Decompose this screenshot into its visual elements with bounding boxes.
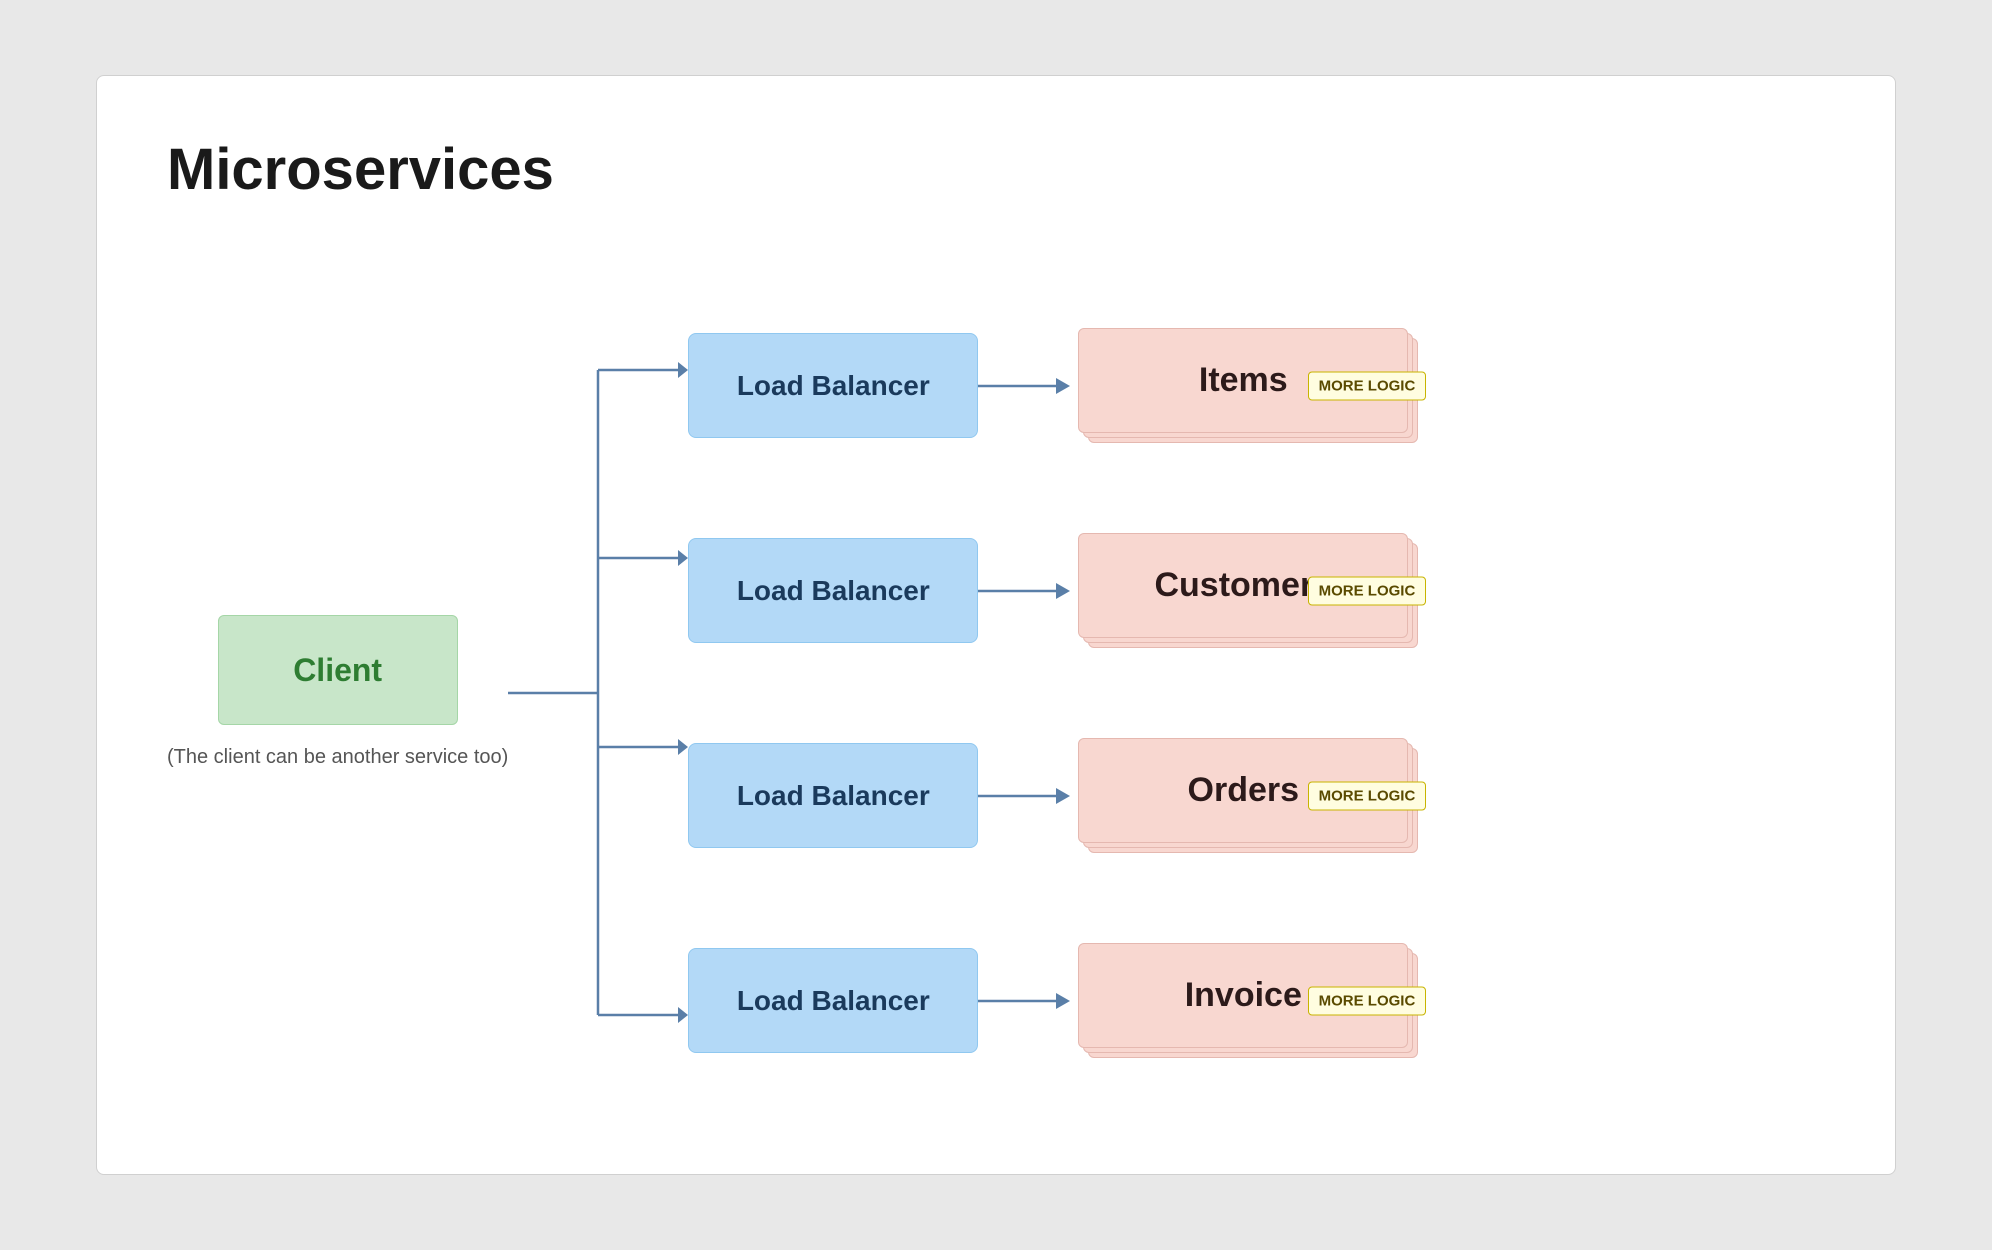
row-items: Load Balancer Items MORE LOGIC bbox=[688, 321, 1825, 451]
arrow-orders bbox=[978, 781, 1078, 811]
client-label: Client bbox=[293, 652, 382, 689]
more-logic-badge-invoice: MORE LOGIC bbox=[1308, 986, 1427, 1015]
more-logic-badge-orders: MORE LOGIC bbox=[1308, 781, 1427, 810]
service-label-customers: Customers bbox=[1154, 566, 1332, 605]
service-label-orders: Orders bbox=[1188, 771, 1300, 810]
slide: Microservices Client (The client can be … bbox=[96, 75, 1896, 1175]
row-invoice: Load Balancer Invoice MORE LOGIC bbox=[688, 936, 1825, 1066]
arrow-items bbox=[978, 371, 1078, 401]
lb-label-customers: Load Balancer bbox=[737, 575, 930, 607]
connector-svg bbox=[508, 263, 688, 1123]
lb-box-orders: Load Balancer bbox=[688, 743, 978, 848]
service-label-items: Items bbox=[1199, 361, 1288, 400]
lb-label-items: Load Balancer bbox=[737, 370, 930, 402]
lb-box-items: Load Balancer bbox=[688, 333, 978, 438]
connector-area bbox=[508, 263, 688, 1123]
client-box: Client bbox=[218, 615, 458, 725]
row-orders: Load Balancer Orders MORE LOGIC bbox=[688, 731, 1825, 861]
right-section: Load Balancer Items MORE LOGIC bbox=[688, 263, 1825, 1123]
service-stack-invoice: Invoice MORE LOGIC bbox=[1078, 943, 1418, 1058]
service-stack-customers: Customers MORE LOGIC bbox=[1078, 533, 1418, 648]
page-title: Microservices bbox=[167, 136, 1825, 203]
service-stack-orders: Orders MORE LOGIC bbox=[1078, 738, 1418, 853]
diagram: Client (The client can be another servic… bbox=[167, 263, 1825, 1123]
service-stack-items: Items MORE LOGIC bbox=[1078, 328, 1418, 443]
row-customers: Load Balancer Customers MORE LOGIC bbox=[688, 526, 1825, 656]
service-label-invoice: Invoice bbox=[1185, 976, 1302, 1015]
lb-label-orders: Load Balancer bbox=[737, 780, 930, 812]
arrow-invoice bbox=[978, 986, 1078, 1016]
arrow-customers bbox=[978, 576, 1078, 606]
lb-box-customers: Load Balancer bbox=[688, 538, 978, 643]
lb-box-invoice: Load Balancer bbox=[688, 948, 978, 1053]
more-logic-badge-items: MORE LOGIC bbox=[1308, 371, 1427, 400]
client-note: (The client can be another service too) bbox=[167, 743, 508, 771]
more-logic-badge-customers: MORE LOGIC bbox=[1308, 576, 1427, 605]
lb-label-invoice: Load Balancer bbox=[737, 985, 930, 1017]
client-section: Client (The client can be another servic… bbox=[167, 615, 508, 771]
